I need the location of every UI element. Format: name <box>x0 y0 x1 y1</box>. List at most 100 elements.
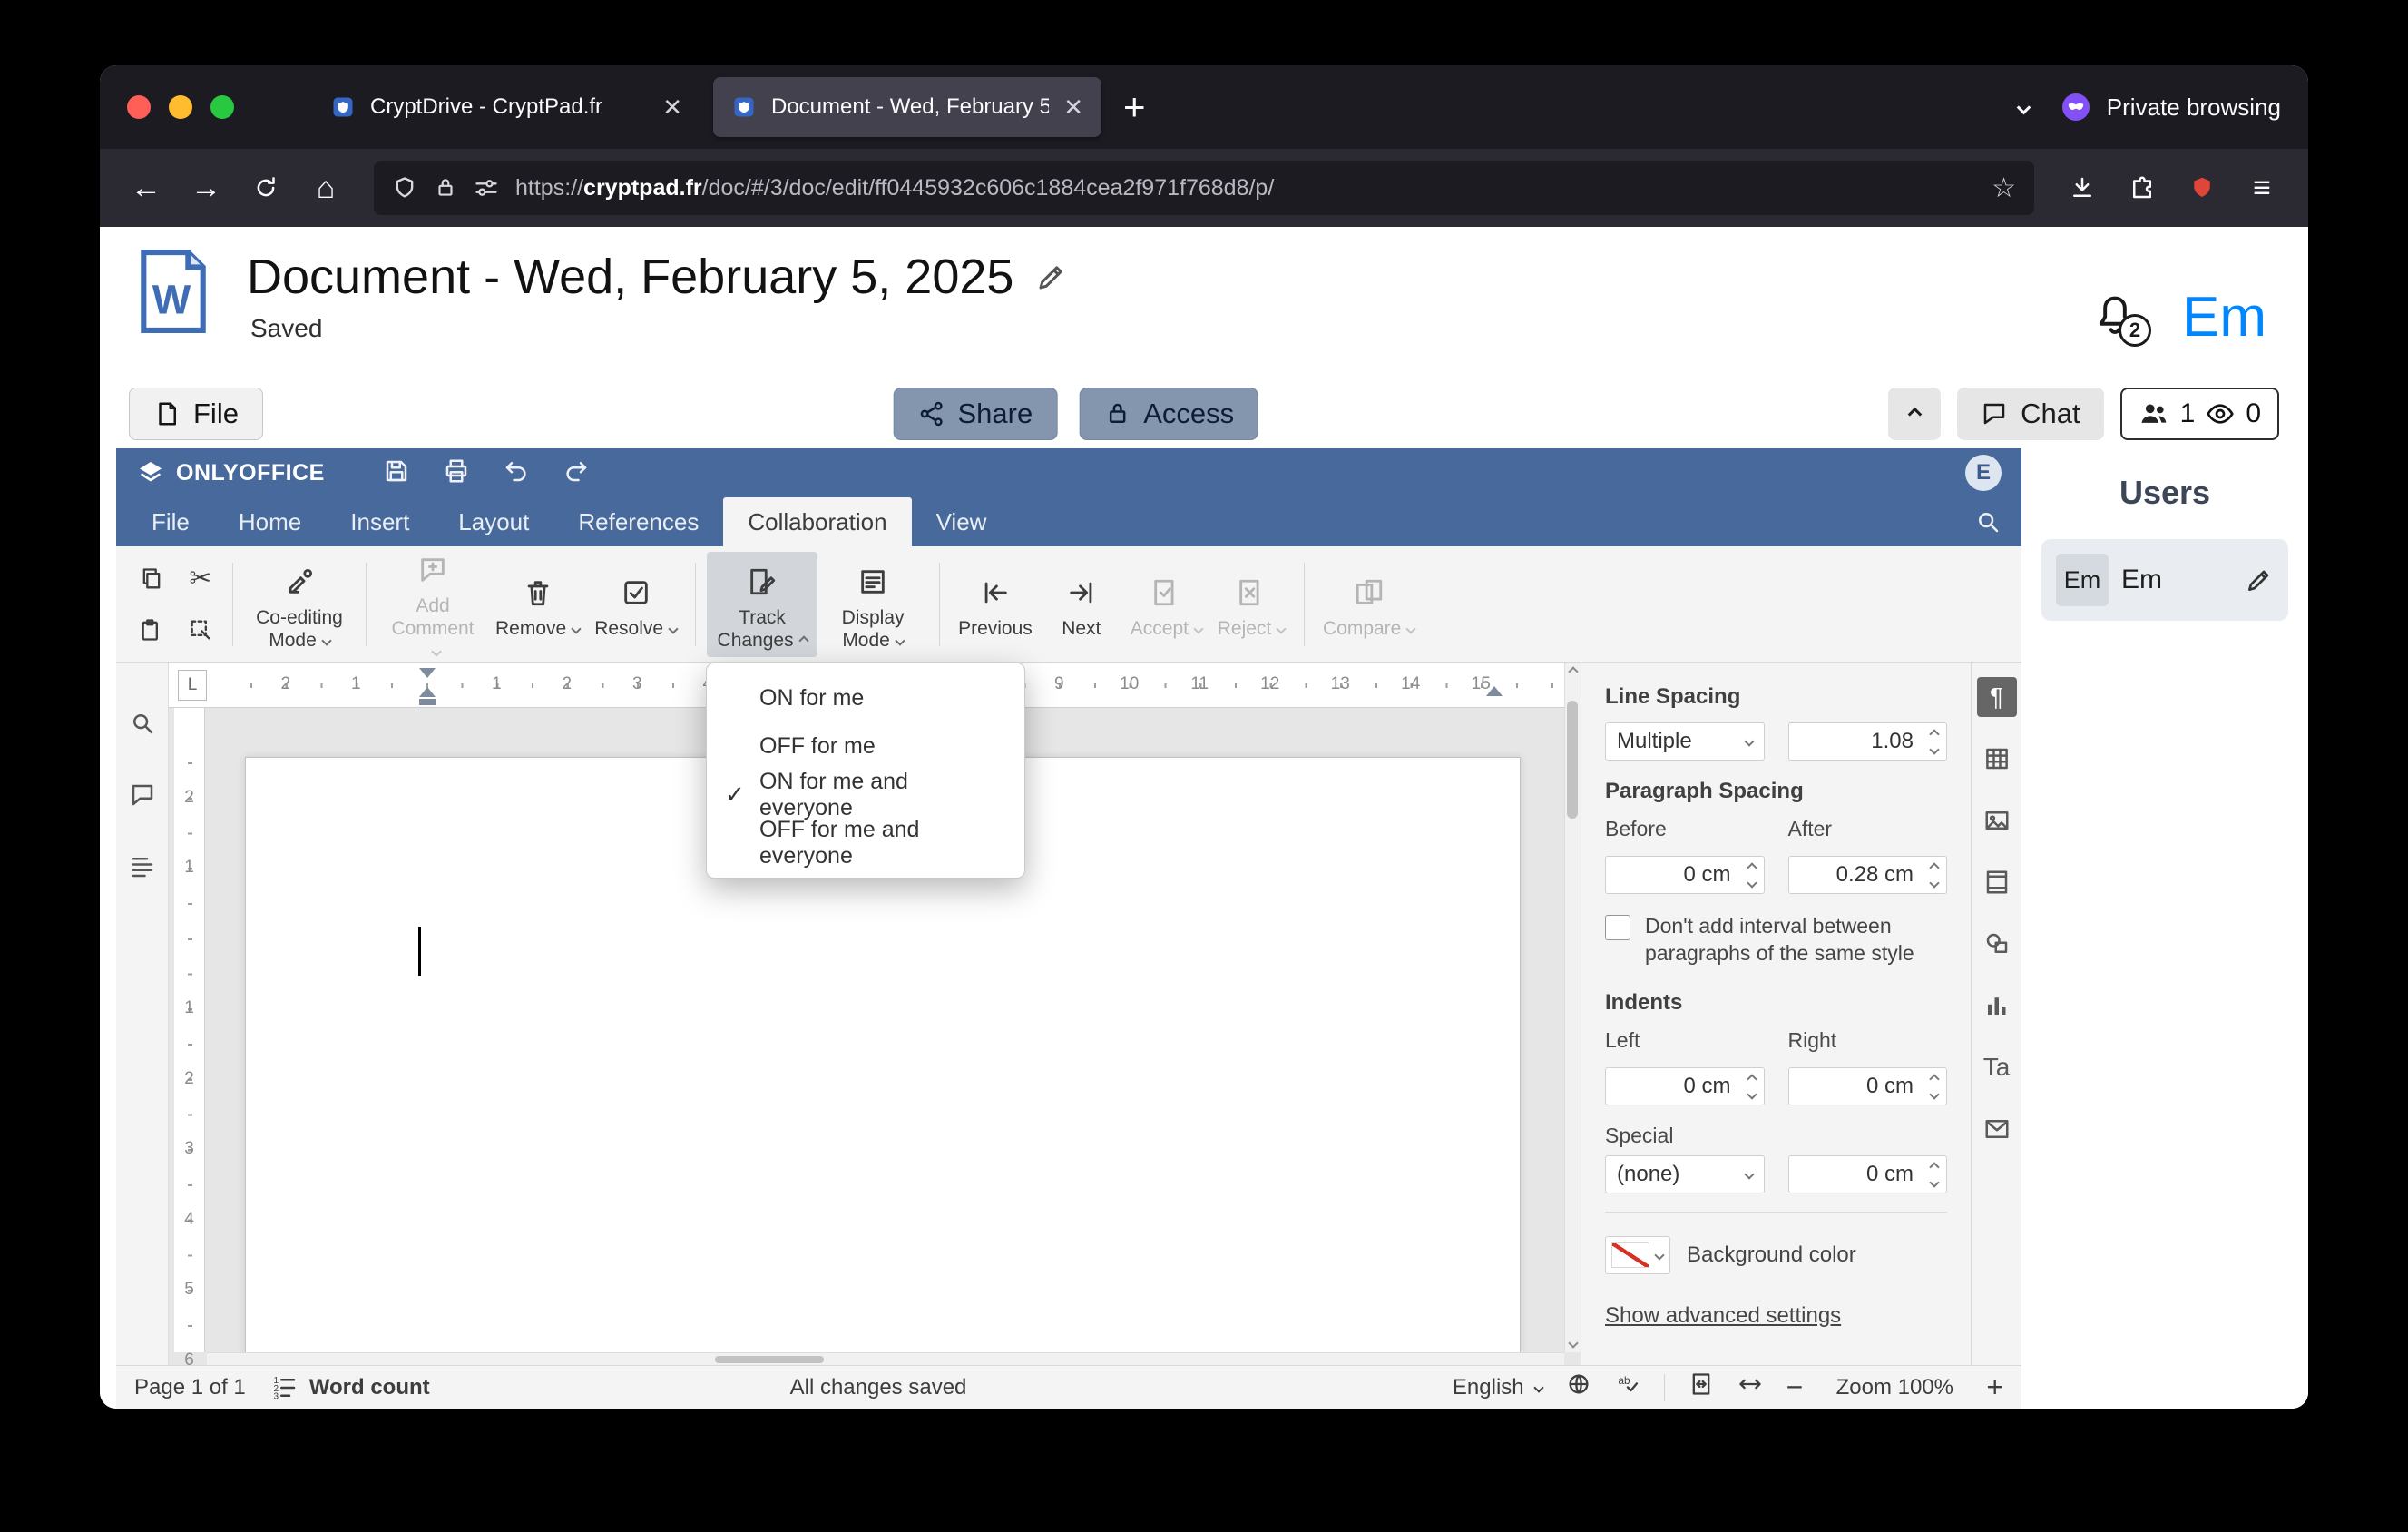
menu-tab[interactable]: Insert <box>326 497 434 546</box>
horizontal-scrollbar[interactable] <box>207 1352 1564 1365</box>
horizontal-scrollbar-thumb[interactable] <box>715 1356 824 1363</box>
editor-search-icon[interactable] <box>1974 497 2002 546</box>
close-tab-icon[interactable]: ✕ <box>1063 93 1083 122</box>
menu-tab[interactable]: View <box>912 497 1012 546</box>
downloads-button[interactable] <box>2056 162 2109 214</box>
text-art-settings-icon[interactable]: Ta <box>1977 1047 2017 1087</box>
connection-lock-icon[interactable] <box>434 176 457 200</box>
track-changes-button[interactable]: Track Changes <box>707 551 818 657</box>
shape-settings-icon[interactable] <box>1977 924 2017 964</box>
menu-hamburger-icon[interactable]: ≡ <box>2236 162 2288 214</box>
ublock-extension-icon[interactable] <box>2176 162 2228 214</box>
coediting-mode-button[interactable]: Co-editing Mode <box>244 552 355 657</box>
no-interval-checkbox[interactable] <box>1605 915 1630 940</box>
navigation-headings-icon[interactable] <box>129 853 156 885</box>
track-changes-option[interactable]: ✓ ON for me and everyone <box>707 769 1024 820</box>
find-icon[interactable] <box>129 710 156 741</box>
image-settings-icon[interactable] <box>1977 800 2017 840</box>
set-language-globe-icon[interactable] <box>1566 1371 1591 1403</box>
back-button[interactable]: ← <box>120 162 172 214</box>
fit-to-width-icon[interactable] <box>1737 1371 1763 1403</box>
present-users-indicator[interactable]: 1 0 <box>2119 388 2279 440</box>
browser-tab[interactable]: Document - Wed, February 5, 2 ✕ <box>713 77 1101 137</box>
tracking-protection-shield-icon[interactable] <box>392 175 417 201</box>
permissions-icon[interactable] <box>474 175 499 201</box>
cut-button[interactable]: ✂ <box>180 557 221 601</box>
menu-tab[interactable]: File <box>127 497 214 546</box>
display-mode-button[interactable]: Display Mode <box>817 552 928 657</box>
zoom-window-button[interactable] <box>210 95 234 119</box>
new-tab-button[interactable]: + <box>1123 88 1146 126</box>
select-all-button[interactable] <box>180 608 221 652</box>
chat-button[interactable]: Chat <box>1957 388 2104 440</box>
access-button[interactable]: Access <box>1079 388 1259 440</box>
line-spacing-amount[interactable]: 1.08 <box>1787 722 1947 761</box>
line-spacing-select[interactable]: Multiple <box>1605 722 1765 761</box>
special-indent-select[interactable]: (none) <box>1605 1155 1765 1193</box>
header-footer-settings-icon[interactable] <box>1977 862 2017 902</box>
mail-merge-icon[interactable] <box>1977 1109 2017 1149</box>
show-advanced-settings-link[interactable]: Show advanced settings <box>1605 1303 1841 1329</box>
copy-button[interactable] <box>131 557 172 601</box>
vertical-scrollbar-thumb[interactable] <box>1567 701 1578 819</box>
edit-name-pencil-icon[interactable] <box>2245 565 2274 594</box>
tab-stop-selector[interactable]: L <box>178 670 207 701</box>
fit-to-page-icon[interactable] <box>1689 1371 1714 1403</box>
editor-user-avatar[interactable]: E <box>1965 455 2002 491</box>
comments-panel-icon[interactable] <box>129 781 156 813</box>
next-change-button[interactable]: Next <box>1040 563 1123 645</box>
url-text[interactable]: https://cryptpad.fr/doc/#/3/doc/edit/ff0… <box>515 175 1975 201</box>
user-list-item[interactable]: Em Em <box>2041 539 2288 621</box>
indent-markers[interactable] <box>419 668 436 705</box>
paragraph-settings-icon[interactable]: ¶ <box>1976 677 2017 717</box>
url-bar[interactable]: https://cryptpad.fr/doc/#/3/doc/edit/ff0… <box>374 161 2034 215</box>
zoom-in-button[interactable]: + <box>1986 1370 2003 1404</box>
right-indent-marker[interactable] <box>1486 686 1503 696</box>
indent-left-field[interactable]: 0 cm <box>1605 1067 1765 1105</box>
spacing-before-field[interactable]: 0 cm <box>1605 856 1765 894</box>
spell-check-icon[interactable]: ab <box>1615 1371 1640 1403</box>
forward-button[interactable]: → <box>180 162 232 214</box>
menu-tab[interactable]: Layout <box>434 497 553 546</box>
menu-tab[interactable]: Collaboration <box>723 497 912 546</box>
bookmark-star-icon[interactable]: ☆ <box>1992 172 2016 204</box>
special-indent-amount[interactable]: 0 cm <box>1787 1155 1947 1193</box>
save-button[interactable] <box>383 457 410 489</box>
share-button[interactable]: Share <box>893 388 1058 440</box>
zoom-level[interactable]: Zoom 100% <box>1826 1375 1963 1400</box>
close-window-button[interactable] <box>127 95 151 119</box>
minimize-window-button[interactable] <box>169 95 192 119</box>
track-changes-option[interactable]: ✓ OFF for me and everyone <box>707 817 1024 869</box>
edit-title-pencil-icon[interactable] <box>1035 260 1068 293</box>
collapse-toolbar-button[interactable] <box>1888 388 1942 440</box>
undo-button[interactable] <box>503 457 530 489</box>
remove-comment-button[interactable]: Remove <box>488 563 587 645</box>
language-selector[interactable]: English <box>1453 1375 1544 1400</box>
reload-button[interactable] <box>240 162 292 214</box>
spacing-after-field[interactable]: 0.28 cm <box>1787 856 1947 894</box>
track-changes-option[interactable]: ✓ ON for me <box>707 674 1024 722</box>
vertical-ruler[interactable]: 2 1 1 2 3 4 5 6 <box>174 708 205 1365</box>
page-indicator[interactable]: Page 1 of 1 <box>134 1375 246 1400</box>
menu-tab[interactable]: References <box>553 497 723 546</box>
table-settings-icon[interactable] <box>1977 739 2017 779</box>
indent-right-field[interactable]: 0 cm <box>1787 1067 1947 1105</box>
menu-tab[interactable]: Home <box>214 497 326 546</box>
file-button[interactable]: File <box>129 388 263 440</box>
home-button[interactable]: ⌂ <box>299 162 352 214</box>
extensions-puzzle-icon[interactable] <box>2116 162 2168 214</box>
resolve-comment-button[interactable]: Resolve <box>587 563 684 645</box>
account-avatar[interactable]: Em <box>2182 285 2266 349</box>
notifications-bell-icon[interactable]: 2 <box>2091 291 2151 347</box>
chart-settings-icon[interactable] <box>1977 986 2017 1026</box>
previous-change-button[interactable]: Previous <box>951 563 1040 645</box>
word-count-button[interactable]: 123 Word count <box>271 1374 429 1401</box>
redo-button[interactable] <box>563 457 590 489</box>
zoom-out-button[interactable]: − <box>1786 1370 1804 1404</box>
track-changes-option[interactable]: ✓ OFF for me <box>707 722 1024 771</box>
paste-button[interactable] <box>131 608 172 652</box>
document-title[interactable]: Document - Wed, February 5, 2025 <box>247 249 1013 305</box>
close-tab-icon[interactable]: ✕ <box>662 93 682 122</box>
browser-tab[interactable]: CryptDrive - CryptPad.fr ✕ <box>312 77 700 137</box>
list-tabs-chevron-icon[interactable] <box>2016 100 2031 114</box>
